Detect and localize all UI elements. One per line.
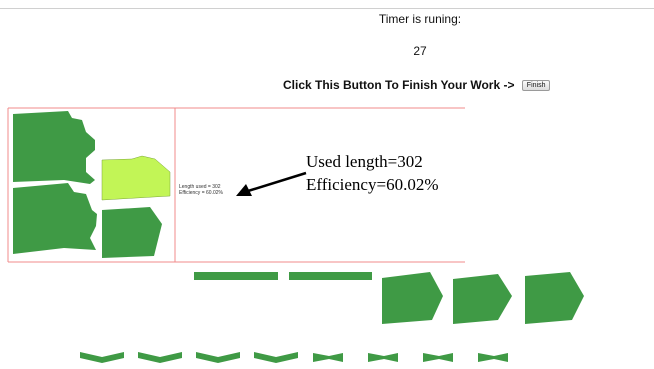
unplaced-chevron-4[interactable] bbox=[254, 352, 298, 363]
unplaced-bow-3[interactable] bbox=[423, 353, 453, 362]
unplaced-chevron-3[interactable] bbox=[196, 352, 240, 363]
annotation-text: Used length=302 Efficiency=60.02% bbox=[306, 150, 438, 196]
unplaced-pentagon-3[interactable] bbox=[525, 272, 584, 324]
unplaced-chevron-1[interactable] bbox=[80, 352, 124, 363]
unplaced-chevron-2[interactable] bbox=[138, 352, 182, 363]
placed-piece-shirt-bottom[interactable] bbox=[13, 183, 97, 254]
unplaced-strip-1[interactable] bbox=[194, 272, 278, 280]
placed-piece-pentagon[interactable] bbox=[102, 207, 162, 258]
annotation-used-length: Used length=302 bbox=[306, 152, 423, 171]
unplaced-bow-1[interactable] bbox=[313, 353, 343, 362]
unplaced-bow-4[interactable] bbox=[478, 353, 508, 362]
placed-piece-selected[interactable] bbox=[101, 155, 171, 201]
annotation-arrow bbox=[236, 171, 307, 196]
placed-piece-shirt-top[interactable] bbox=[13, 111, 95, 184]
annotation-efficiency: Efficiency=60.02% bbox=[306, 175, 439, 194]
efficiency-text: Efficiency = 60.02% bbox=[179, 190, 223, 196]
layout-stats: Length used = 302 Efficiency = 60.02% bbox=[179, 184, 223, 196]
unplaced-pentagon-1[interactable] bbox=[382, 272, 443, 324]
unplaced-strip-2[interactable] bbox=[289, 272, 372, 280]
unplaced-pentagon-2[interactable] bbox=[453, 274, 512, 324]
unplaced-bow-2[interactable] bbox=[368, 353, 398, 362]
